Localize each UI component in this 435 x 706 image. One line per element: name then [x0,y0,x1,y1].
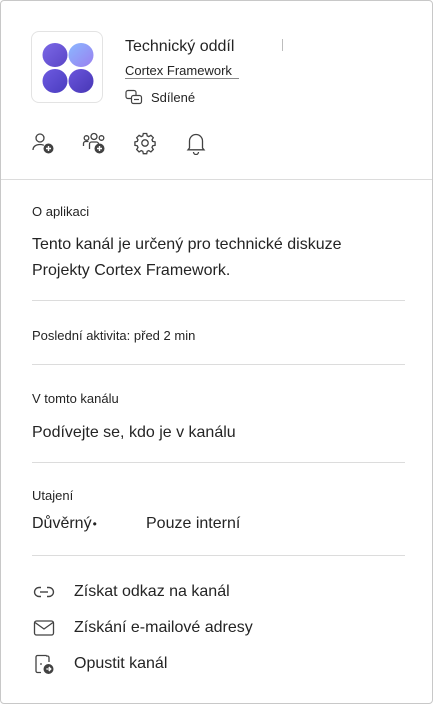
bell-icon [186,133,206,155]
action-toolbar [29,129,233,157]
section-divider [32,364,405,365]
gear-icon [134,132,156,155]
four-blobs-logo-icon [42,43,94,93]
leave-icon [32,653,56,675]
secrecy-label: Utajení [32,488,74,503]
about-description: Tento kanál je určený pro technické disk… [32,232,342,284]
about-description-line1: Tento kanál je určený pro technické disk… [32,236,342,253]
secrecy-bullet: • [92,517,97,531]
secrecy-row: Důvěrný • Pouze interní [32,515,240,533]
channel-section-label: V tomto kanálu [32,391,119,406]
add-team-icon [82,132,105,154]
shared-label: Sdílené [151,89,196,105]
shared-channel-icon [125,89,143,105]
mail-icon [32,617,56,639]
leave-channel-item[interactable]: Opustit kanál [32,651,372,677]
last-activity: Poslední aktivita: před 2 min [32,328,196,343]
shared-indicator: Sdílené [125,87,195,107]
leave-channel-label: Opustit kanál [74,655,168,672]
link-icon [32,581,56,603]
secrecy-level: Důvěrný [32,515,92,532]
add-person-icon [32,133,54,154]
title-separator [282,39,283,51]
secrecy-scope: Pouze interní [146,515,241,532]
section-divider [32,555,405,556]
add-member-button[interactable] [29,129,57,157]
app-name: Technický oddíl [125,38,235,55]
get-email-address-item[interactable]: Získání e-mailové adresy [32,615,372,641]
app-logo [31,31,103,103]
get-channel-link-label: Získat odkaz na kanál [74,583,230,600]
settings-button[interactable] [131,129,159,157]
notifications-button[interactable] [182,129,210,157]
view-members-link[interactable]: Podívejte se, kdo je v kanálu [32,424,236,442]
add-team-button[interactable] [80,129,108,157]
app-subtitle-link[interactable]: Cortex Framework [125,63,239,79]
header-divider [1,179,432,180]
get-email-address-label: Získání e-mailové adresy [74,619,253,636]
about-label: O aplikaci [32,204,90,219]
get-channel-link-item[interactable]: Získat odkaz na kanál [32,579,372,605]
section-divider [32,462,405,463]
section-divider [32,300,405,301]
about-description-line2: Projekty Cortex Framework. [32,262,231,279]
channel-info-panel: Technický oddíl Cortex Framework Sdílené [0,0,433,704]
panel-header: Technický oddíl Cortex Framework Sdílené [1,1,432,179]
